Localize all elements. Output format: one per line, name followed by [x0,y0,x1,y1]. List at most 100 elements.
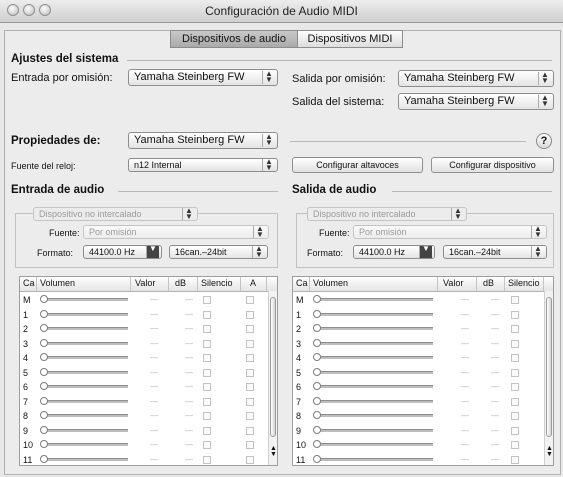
col-value[interactable]: Valor [443,277,463,290]
col-mute[interactable]: Silencio [508,277,540,290]
col-db[interactable]: dB [175,277,186,290]
scroll-thumb[interactable] [546,297,552,437]
mute-checkbox[interactable] [203,339,211,348]
volume-slider[interactable] [42,385,128,388]
slider-knob-icon[interactable] [40,367,48,376]
slider-knob-icon[interactable] [313,411,321,419]
default-output-popup[interactable]: Yamaha Steinberg FW ▲ ▼ [398,70,554,87]
volume-slider[interactable] [42,428,128,432]
slider-knob-icon[interactable] [313,338,321,347]
slider-knob-icon[interactable] [40,454,48,463]
scroll-arrows-icon[interactable]: ▲ ▼ [270,445,277,458]
volume-slider[interactable] [315,312,433,316]
help-icon[interactable]: ? [536,133,552,149]
volume-slider[interactable] [42,399,128,403]
slider-knob-icon[interactable] [40,309,48,318]
output-format-bits-popup[interactable]: 16can.–24bit ▲ ▼ [443,245,547,259]
volume-slider[interactable] [315,399,433,403]
output-format-rate-popup[interactable]: 44100.0 Hz ▼ [353,245,435,259]
volume-slider[interactable] [315,356,433,359]
mute-checkbox[interactable] [203,397,211,406]
slider-knob-icon[interactable] [40,425,48,434]
slider-knob-icon[interactable] [40,411,48,419]
col-db[interactable]: dB [483,277,494,290]
volume-slider[interactable] [315,385,433,388]
mute-checkbox[interactable] [511,383,519,391]
volume-slider[interactable] [315,327,433,330]
output-scrollbar[interactable]: ▲ ▼ [544,291,553,465]
mute-checkbox[interactable] [511,354,519,362]
volume-slider[interactable] [315,428,433,432]
a-checkbox[interactable] [246,397,254,406]
a-checkbox[interactable] [246,325,254,333]
tab-midi-devices[interactable]: Dispositivos MIDI [297,30,403,48]
col-value[interactable]: Valor [135,277,155,290]
col-channel[interactable]: Ca [296,277,308,290]
volume-slider[interactable] [42,356,128,359]
slider-knob-icon[interactable] [313,382,321,390]
volume-slider[interactable] [42,298,128,301]
input-format-rate-popup[interactable]: 44100.0 Hz ▼ [83,245,162,259]
a-checkbox[interactable] [246,296,254,304]
volume-slider[interactable] [42,312,128,316]
mute-checkbox[interactable] [203,455,211,464]
scroll-thumb[interactable] [270,297,276,437]
volume-slider[interactable] [42,341,128,345]
mute-checkbox[interactable] [203,296,211,304]
a-checkbox[interactable] [246,455,254,464]
col-a[interactable]: A [250,277,256,290]
col-volume[interactable]: Volumen [313,277,348,290]
a-checkbox[interactable] [246,441,254,449]
slider-knob-icon[interactable] [313,367,321,376]
mute-checkbox[interactable] [203,412,211,420]
output-device-mode-popup[interactable]: Dispositivo no intercalado ▲ ▼ [307,207,467,221]
volume-slider[interactable] [42,414,128,417]
default-input-popup[interactable]: Yamaha Steinberg FW ▲ ▼ [128,69,278,86]
volume-slider[interactable] [42,443,128,446]
slider-knob-icon[interactable] [313,454,321,463]
slider-knob-icon[interactable] [40,440,48,448]
slider-knob-icon[interactable] [313,295,321,303]
mute-checkbox[interactable] [203,383,211,391]
slider-knob-icon[interactable] [40,382,48,390]
slider-knob-icon[interactable] [313,396,321,405]
a-checkbox[interactable] [246,368,254,377]
mute-checkbox[interactable] [511,397,519,406]
input-scrollbar[interactable]: ▲ ▼ [268,291,277,465]
a-checkbox[interactable] [246,412,254,420]
mute-checkbox[interactable] [511,368,519,377]
col-mute[interactable]: Silencio [201,277,233,290]
system-output-popup[interactable]: Yamaha Steinberg FW ▲ ▼ [398,93,554,110]
properties-device-popup[interactable]: Yamaha Steinberg FW ▲ ▼ [128,132,278,149]
slider-knob-icon[interactable] [313,324,321,332]
slider-knob-icon[interactable] [40,338,48,347]
mute-checkbox[interactable] [203,368,211,377]
slider-knob-icon[interactable] [313,425,321,434]
volume-slider[interactable] [315,341,433,345]
mute-checkbox[interactable] [511,455,519,464]
volume-slider[interactable] [315,298,433,301]
mute-checkbox[interactable] [203,441,211,449]
a-checkbox[interactable] [246,339,254,348]
mute-checkbox[interactable] [511,325,519,333]
slider-knob-icon[interactable] [313,353,321,361]
mute-checkbox[interactable] [511,426,519,435]
mute-checkbox[interactable] [511,310,519,319]
volume-slider[interactable] [315,443,433,446]
configure-device-button[interactable]: Configurar dispositivo [431,157,554,173]
col-channel[interactable]: Ca [23,277,35,290]
slider-knob-icon[interactable] [313,309,321,318]
slider-knob-icon[interactable] [40,295,48,303]
input-format-bits-popup[interactable]: 16can.–24bit ▲ ▼ [169,245,268,259]
output-source-popup[interactable]: Por omisión ▲ ▼ [353,225,547,239]
a-checkbox[interactable] [246,310,254,319]
mute-checkbox[interactable] [203,354,211,362]
output-channel-table[interactable]: Ca Volumen Valor dB Silencio M — — 1 — — 2 — — 3 —… [292,276,554,466]
a-checkbox[interactable] [246,426,254,435]
slider-knob-icon[interactable] [40,396,48,405]
volume-slider[interactable] [42,457,128,461]
volume-slider[interactable] [42,370,128,374]
volume-slider[interactable] [315,457,433,461]
volume-slider[interactable] [315,414,433,417]
volume-slider[interactable] [315,370,433,374]
